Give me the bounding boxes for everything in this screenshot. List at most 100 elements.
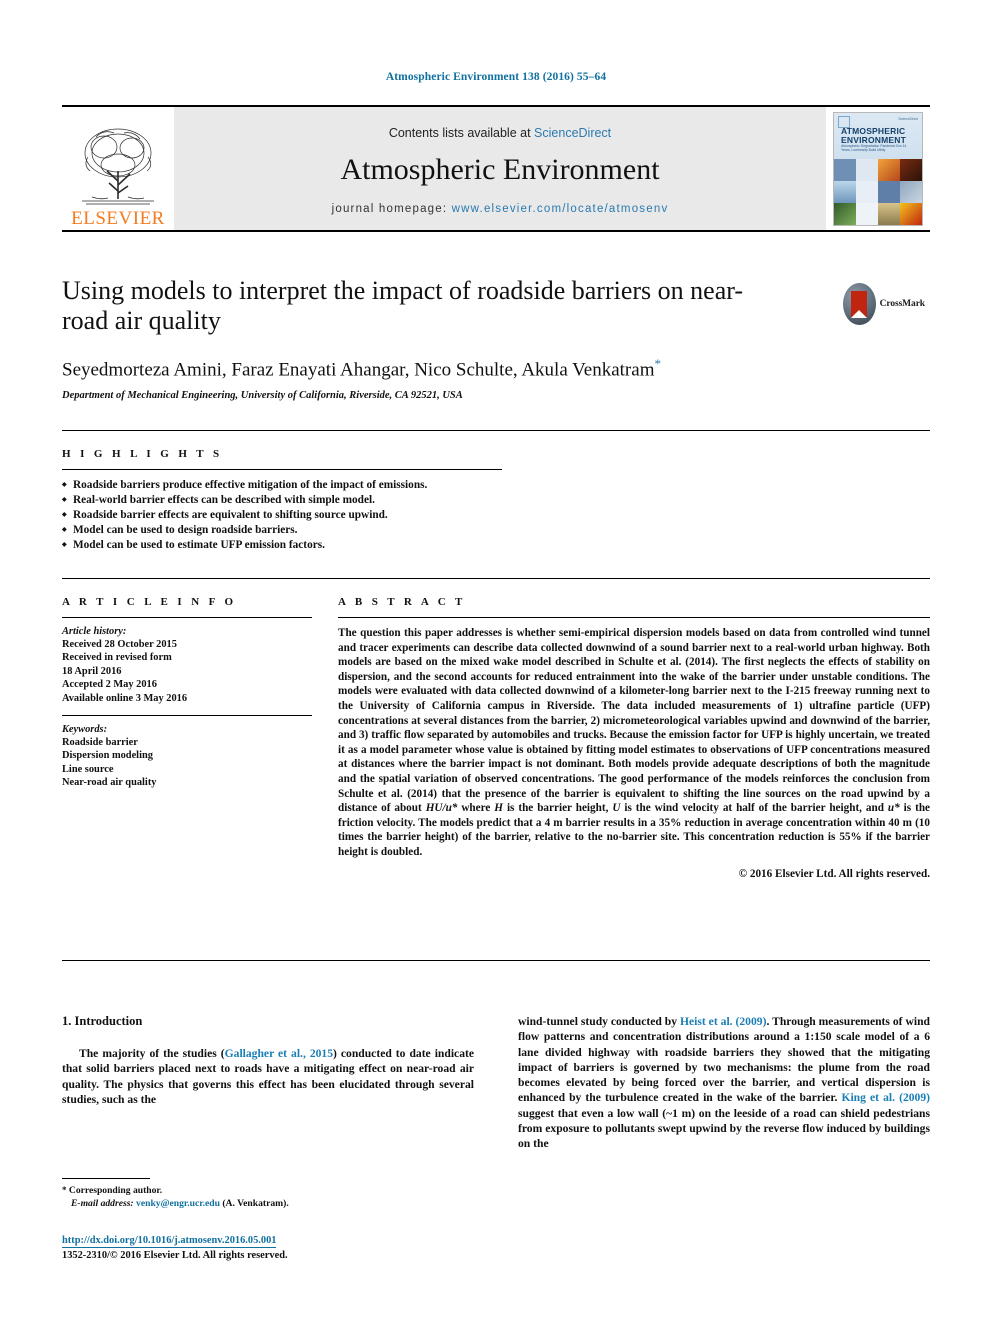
- journal-article-page: Atmospheric Environment 138 (2016) 55–64: [0, 0, 992, 1323]
- body-column-right: wind-tunnel study conducted by Heist et …: [518, 1014, 930, 1152]
- affiliation: Department of Mechanical Engineering, Un…: [62, 390, 463, 402]
- running-head: Atmospheric Environment 138 (2016) 55–64: [385, 71, 607, 83]
- list-item: Roadside barriers produce effective miti…: [62, 478, 502, 493]
- elsevier-tree-icon: [82, 128, 154, 205]
- keyword-item: Line source: [62, 763, 114, 775]
- article-info-rule: [62, 617, 312, 618]
- crossmark-icon: [843, 283, 876, 325]
- corresponding-author-note: * Corresponding author.: [62, 1184, 474, 1198]
- article-history-label: Article history:: [62, 626, 127, 637]
- author-list: Seyedmorteza Amini, Faraz Enayati Ahanga…: [62, 356, 930, 381]
- intro-left-pre: The majority of the studies (: [79, 1047, 225, 1060]
- intro-paragraph-left: The majority of the studies (Gallagher e…: [62, 1046, 474, 1107]
- cover-tile: [878, 180, 900, 203]
- citation-heist[interactable]: Heist et al. (2009): [680, 1015, 766, 1028]
- abstract-label: A B S T R A C T: [338, 596, 466, 608]
- keywords-label: Keywords:: [62, 724, 108, 736]
- issn-copyright-line: 1352-2310/© 2016 Elsevier Ltd. All right…: [62, 1250, 288, 1261]
- doi-link[interactable]: http://dx.doi.org/10.1016/j.atmosenv.201…: [62, 1234, 277, 1248]
- cover-title-line1: ATMOSPHERIC ENVIRONMENT: [841, 126, 906, 145]
- cover-image: ScienceDirect ATMOSPHERIC ENVIRONMENT At…: [833, 111, 923, 226]
- citation-king[interactable]: King et al. (2009): [841, 1091, 930, 1104]
- corresponding-author-text: Corresponding author.: [66, 1185, 163, 1196]
- intro-paragraph-right: wind-tunnel study conducted by Heist et …: [518, 1014, 930, 1152]
- body-separator-rule: [62, 960, 930, 961]
- crossmark-badge[interactable]: CrossMark: [843, 281, 925, 327]
- email-suffix: (A. Venkatram).: [219, 1197, 289, 1209]
- cover-photo-grid: [834, 158, 922, 225]
- abstract-copyright: © 2016 Elsevier Ltd. All rights reserved…: [738, 867, 930, 880]
- abstract-body: The question this paper addresses is whe…: [338, 626, 930, 860]
- cover-tile: [900, 158, 922, 181]
- cover-tile: [834, 180, 856, 203]
- keywords-rule: [62, 715, 312, 717]
- email-link[interactable]: venky@engr.ucr.edu: [136, 1198, 220, 1209]
- email-label: E-mail address:: [71, 1197, 134, 1209]
- journal-title: Atmospheric Environment: [340, 153, 660, 186]
- homepage-url[interactable]: www.elsevier.com/locate/atmosenv: [452, 203, 669, 215]
- highlights-list: Roadside barriers produce effective miti…: [62, 478, 502, 553]
- keyword-item: Near-road air quality: [62, 777, 157, 789]
- abstract-math-h: H: [494, 802, 503, 815]
- footnote-block: * Corresponding author. E-mail address: …: [62, 1178, 474, 1210]
- citation-gallagher[interactable]: Gallagher et al., 2015: [225, 1047, 333, 1060]
- elsevier-wordmark: ELSEVIER: [71, 208, 165, 229]
- cover-tile: [856, 158, 878, 181]
- article-info-label: A R T I C L E I N F O: [62, 596, 237, 608]
- doi-block: http://dx.doi.org/10.1016/j.atmosenv.201…: [62, 1234, 474, 1261]
- contents-available-line: Contents lists available at ScienceDirec…: [389, 126, 611, 140]
- history-line: Available online 3 May 2016: [62, 692, 188, 704]
- cover-tile: [834, 158, 856, 181]
- abstract-part2: where: [457, 802, 495, 815]
- info-separator-rule: [62, 578, 930, 579]
- crossmark-label: CrossMark: [879, 299, 925, 309]
- abstract-part3: is the barrier height,: [503, 802, 613, 815]
- sciencedirect-link[interactable]: ScienceDirect: [534, 126, 611, 140]
- abstract-math-ustar: u*: [887, 802, 900, 815]
- abstract-part1: The question this paper addresses is whe…: [338, 627, 930, 815]
- cover-tile: [878, 158, 900, 181]
- abstract-rule: [338, 617, 930, 618]
- corresponding-author-marker[interactable]: *: [654, 356, 661, 371]
- highlights-section: H I G H L I G H T S Roadside barriers pr…: [62, 448, 502, 553]
- cover-subtitle: Atmospheric Degradation Pandemic Era 14 …: [841, 143, 907, 152]
- journal-homepage-line: journal homepage: www.elsevier.com/locat…: [332, 203, 669, 215]
- keyword-item: Dispersion modeling: [62, 750, 153, 762]
- history-line: Received 28 October 2015: [62, 639, 177, 650]
- journal-cover-thumbnail: ScienceDirect ATMOSPHERIC ENVIRONMENT At…: [826, 107, 930, 230]
- intro-right-post: suggest that even a low wall (~1 m) on t…: [518, 1106, 930, 1151]
- list-item: Model can be used to design roadside bar…: [62, 523, 502, 538]
- list-item: Model can be used to estimate UFP emissi…: [62, 538, 502, 553]
- list-item: Real-world barrier effects can be descri…: [62, 493, 502, 508]
- email-note: E-mail address: venky@engr.ucr.edu (A. V…: [62, 1198, 474, 1211]
- contents-band: Contents lists available at ScienceDirec…: [174, 107, 826, 230]
- cover-tile: [856, 202, 878, 225]
- cover-tile: [878, 202, 900, 225]
- cover-tile: [856, 180, 878, 203]
- section-heading-introduction: 1. Introduction: [62, 1014, 143, 1028]
- keyword-item: Roadside barrier: [62, 737, 138, 749]
- abstract-math-hu: HU/u*: [425, 802, 458, 815]
- intro-right-pre: wind-tunnel study conducted by: [518, 1015, 680, 1028]
- cover-tile: [900, 202, 922, 225]
- cover-tile: [834, 202, 856, 225]
- article-info-section: A R T I C L E I N F O Article history: R…: [62, 596, 312, 790]
- body-column-left: 1. Introduction The majority of the stud…: [62, 1014, 474, 1107]
- abstract-section: A B S T R A C T The question this paper …: [338, 596, 930, 880]
- crossmark-bookmark-shape: [851, 291, 868, 318]
- highlights-label: H I G H L I G H T S: [62, 448, 223, 460]
- abstract-part4: is the wind velocity at half of the barr…: [620, 802, 888, 815]
- homepage-label: journal homepage:: [331, 203, 448, 215]
- page-title: Using models to interpret the impact of …: [62, 276, 744, 335]
- history-line: Received in revised form: [62, 652, 172, 664]
- cover-header: ScienceDirect ATMOSPHERIC ENVIRONMENT At…: [834, 112, 922, 159]
- highlights-top-rule: [62, 430, 930, 431]
- author-names: Seyedmorteza Amini, Faraz Enayati Ahanga…: [62, 359, 655, 381]
- cover-sciencedirect-tag: ScienceDirect: [898, 116, 918, 121]
- list-item: Roadside barrier effects are equivalent …: [62, 508, 502, 523]
- journal-masthead: ELSEVIER Contents lists available at Sci…: [62, 105, 930, 232]
- history-line: Accepted 2 May 2016: [62, 679, 157, 691]
- title-block: Using models to interpret the impact of …: [62, 276, 930, 401]
- highlights-rule: [62, 469, 502, 470]
- contents-prefix: Contents lists available at: [388, 126, 531, 140]
